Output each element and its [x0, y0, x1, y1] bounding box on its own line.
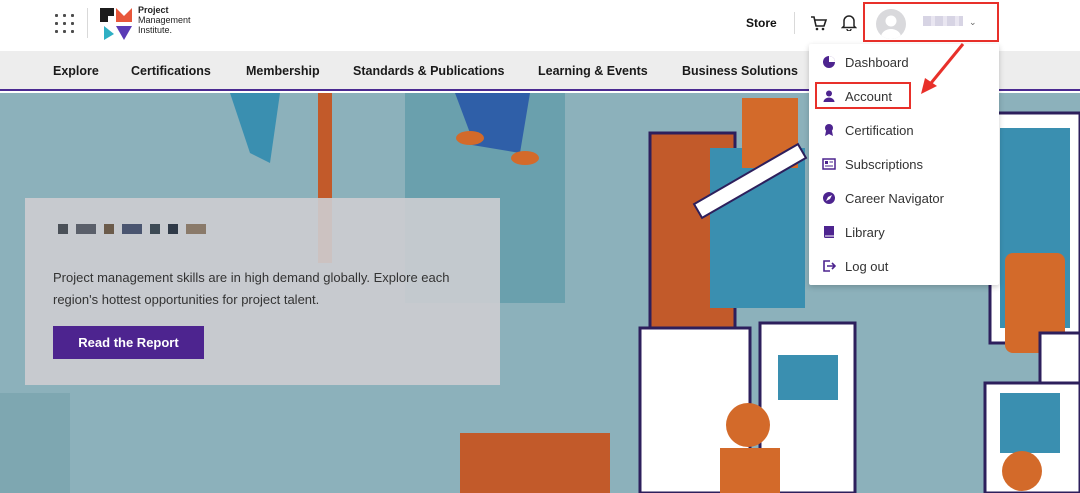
- menu-label-certification: Certification: [845, 123, 914, 138]
- badge-icon: [825, 124, 833, 136]
- logo-wordmark: Project Management Institute.: [138, 5, 191, 35]
- store-link[interactable]: Store: [746, 16, 777, 30]
- pie-chart-icon: [823, 56, 835, 68]
- cart-icon[interactable]: [810, 15, 828, 31]
- username-redacted: [923, 16, 963, 26]
- menu-label-career-navigator: Career Navigator: [845, 191, 944, 206]
- nav-standards-publications[interactable]: Standards & Publications: [353, 64, 504, 78]
- menu-item-log-out[interactable]: Log out: [809, 251, 999, 281]
- newsletter-icon: [822, 158, 836, 170]
- header-divider-2: [794, 12, 795, 34]
- book-icon: [824, 226, 834, 238]
- user-menu-toggle[interactable]: ⌄: [863, 2, 999, 42]
- bell-icon[interactable]: [841, 14, 857, 31]
- menu-label-dashboard: Dashboard: [845, 55, 909, 70]
- chevron-down-icon: ⌄: [969, 17, 977, 27]
- nav-membership[interactable]: Membership: [246, 64, 320, 78]
- menu-item-subscriptions[interactable]: Subscriptions: [809, 149, 999, 179]
- read-the-report-button[interactable]: Read the Report: [53, 326, 204, 359]
- logo-line-2: Management: [138, 15, 191, 25]
- annotation-arrow-icon: [921, 43, 965, 94]
- avatar: [876, 9, 906, 39]
- menu-item-career-navigator[interactable]: Career Navigator: [809, 183, 999, 213]
- menu-label-log-out: Log out: [845, 259, 889, 274]
- logo-line-1: Project: [138, 5, 169, 15]
- logo-line-3: Institute.: [138, 25, 173, 35]
- app-grid-icon[interactable]: [55, 14, 75, 34]
- nav-learning-events[interactable]: Learning & Events: [538, 64, 648, 78]
- hero-card: Project management skills are in high de…: [25, 198, 500, 385]
- compass-icon: [823, 192, 835, 204]
- account-highlight-box: [815, 82, 911, 109]
- menu-item-library[interactable]: Library: [809, 217, 999, 247]
- menu-item-certification[interactable]: Certification: [809, 115, 999, 145]
- hero-description: Project management skills are in high de…: [53, 270, 450, 307]
- nav-certifications[interactable]: Certifications: [131, 64, 211, 78]
- header-divider: [87, 8, 88, 38]
- logout-icon: [823, 260, 836, 272]
- redacted-heading: [58, 224, 206, 234]
- menu-label-library: Library: [845, 225, 885, 240]
- menu-label-subscriptions: Subscriptions: [845, 157, 924, 172]
- nav-explore[interactable]: Explore: [53, 64, 99, 78]
- nav-business-solutions[interactable]: Business Solutions: [682, 64, 798, 78]
